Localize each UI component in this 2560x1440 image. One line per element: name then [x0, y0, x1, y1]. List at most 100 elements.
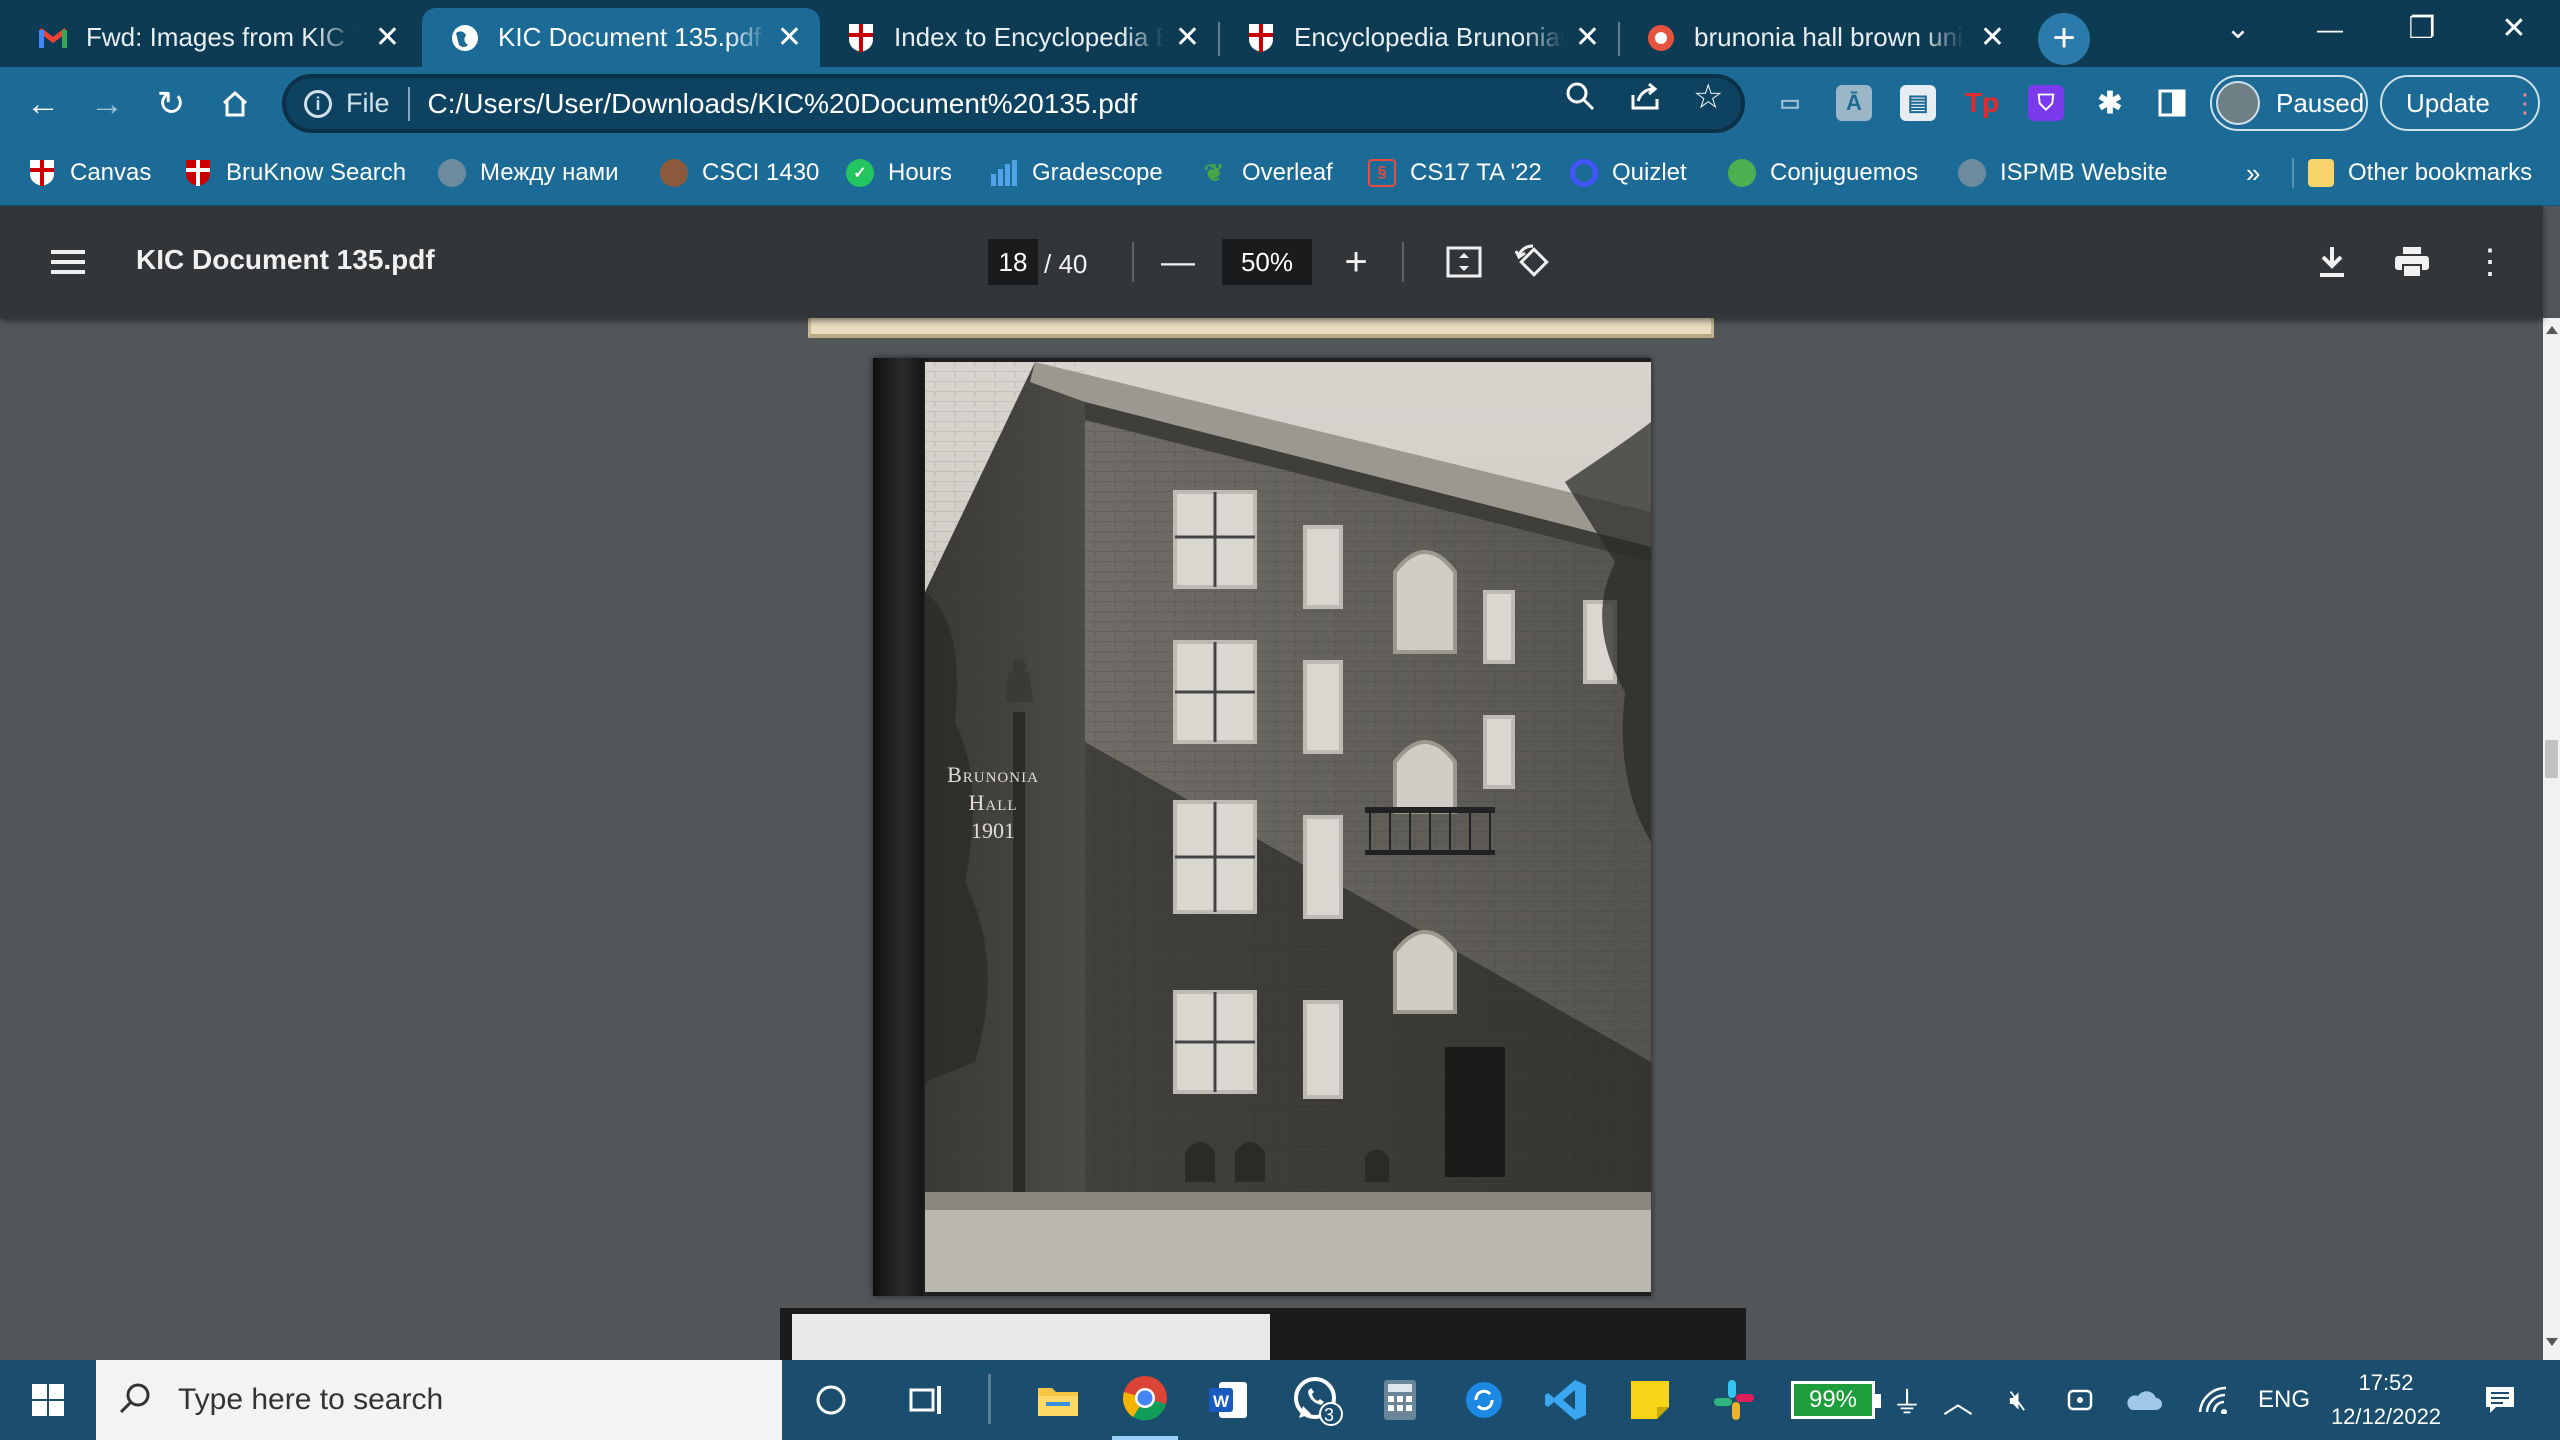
scroll-down-arrow[interactable] [2546, 1338, 2558, 1346]
tab-kic-document[interactable]: KIC Document 135.pdf ✕ [422, 8, 820, 67]
page-total: / 40 [1044, 249, 1088, 279]
back-icon[interactable]: ← [20, 81, 66, 127]
more-options-icon[interactable]: ⋮ [2464, 236, 2516, 288]
zoom-out-icon[interactable]: — [1152, 236, 1204, 288]
update-button[interactable]: Update ⋮ [2380, 75, 2540, 131]
tab-search-icon[interactable]: ⌄ [2198, 0, 2278, 60]
task-view-icon[interactable] [900, 1360, 954, 1440]
zoom-in-icon[interactable]: + [1330, 236, 1382, 288]
show-hidden-icons[interactable]: ︿ [1938, 1360, 1978, 1440]
bookmark-canvas[interactable]: Canvas [28, 154, 151, 192]
bookmark-overleaf[interactable]: ❦ Overleaf [1200, 154, 1333, 192]
more-icon[interactable]: ⋮ [2512, 88, 2538, 119]
gmail-icon [38, 23, 68, 53]
bookmark-csci-1430[interactable]: CSCI 1430 [660, 154, 819, 192]
bookmark-quizlet[interactable]: Quizlet [1570, 154, 1687, 192]
close-tab-icon[interactable]: ✕ [1980, 20, 2005, 55]
file-explorer-icon[interactable] [1030, 1360, 1086, 1440]
ad-extension-icon[interactable]: Ā [1836, 85, 1872, 121]
reload-icon[interactable]: ↻ [148, 81, 194, 127]
divider [988, 1374, 991, 1424]
fit-to-page-icon[interactable] [1438, 236, 1490, 288]
rotate-icon[interactable] [1508, 236, 1560, 288]
close-tab-icon[interactable]: ✕ [1175, 20, 1200, 55]
page-number-input[interactable]: 18 [988, 239, 1038, 285]
close-tab-icon[interactable]: ✕ [1575, 20, 1600, 55]
bookmark-star-icon[interactable]: ☆ [1693, 77, 1723, 117]
battery-indicator[interactable]: 99% [1786, 1360, 1881, 1440]
tab-index-encyclopedia[interactable]: Index to Encyclopedia Bru ✕ [818, 8, 1218, 67]
bookmarks-overflow-button[interactable]: » [2246, 154, 2260, 192]
share-icon[interactable] [1630, 81, 1662, 119]
other-bookmarks-folder[interactable]: Other bookmarks [2308, 154, 2532, 192]
restore-icon[interactable]: ❐ [2382, 0, 2462, 60]
download-icon[interactable] [2306, 236, 2358, 288]
new-tab-button[interactable]: + [2038, 13, 2090, 65]
calculator-icon[interactable] [1372, 1360, 1428, 1440]
url-text[interactable]: C:/Users/User/Downloads/KIC%20Document%2… [428, 88, 1138, 120]
menu-icon[interactable] [42, 236, 94, 288]
bookmark-label: CS17 TA '22 [1410, 159, 1542, 186]
forward-icon[interactable]: → [84, 81, 130, 127]
print-icon[interactable] [2386, 236, 2438, 288]
slack-icon[interactable] [1706, 1360, 1762, 1440]
address-bar[interactable]: i File C:/Users/User/Downloads/KIC%20Doc… [282, 74, 1745, 133]
bookmark-ispmb-website[interactable]: ISPMB Website [1958, 154, 2168, 192]
side-panel-icon[interactable] [2154, 85, 2190, 121]
tab-google-search[interactable]: brunonia hall brown unive ✕ [1618, 8, 2023, 67]
bookmark-gradescope[interactable]: Gradescope [990, 154, 1163, 192]
system-clock[interactable]: 17:52 12/12/2022 [2316, 1360, 2456, 1440]
globe-icon [1958, 159, 1986, 187]
minimize-icon[interactable]: — [2290, 0, 2370, 60]
taskbar-search-box[interactable]: Type here to search [96, 1360, 782, 1440]
tab-separator [1218, 22, 1220, 56]
wifi-icon[interactable] [2190, 1360, 2238, 1440]
meet-now-icon[interactable] [2056, 1360, 2104, 1440]
notifications-icon[interactable] [2470, 1360, 2530, 1440]
scroll-up-arrow[interactable] [2546, 326, 2558, 334]
sync-app-icon[interactable] [1456, 1360, 1512, 1440]
profile-button[interactable]: Paused [2210, 75, 2368, 131]
bookmark-mezhdu-nami[interactable]: Между нами [438, 154, 619, 192]
cart-extension-icon[interactable]: ⛉ [2028, 85, 2064, 121]
cortana-icon[interactable] [806, 1360, 856, 1440]
bookmark-conjuguemos[interactable]: Conjuguemos [1728, 154, 1918, 192]
cast-extension-icon[interactable]: ▭ [1772, 85, 1808, 121]
bookmark-bruknow-search[interactable]: BruKnow Search [184, 154, 406, 192]
scrollbar[interactable] [2543, 318, 2560, 1360]
divider [1132, 242, 1134, 282]
close-window-icon[interactable]: ✕ [2474, 0, 2554, 60]
windows-start-icon[interactable] [20, 1360, 76, 1440]
chrome-taskbar-icon[interactable] [1112, 1360, 1178, 1440]
tp-extension-icon[interactable]: Tp [1964, 85, 2000, 121]
puzzle-icon[interactable]: ✱ [2092, 85, 2128, 121]
bookmark-hours[interactable]: ✓ Hours [846, 154, 952, 192]
sticky-notes-icon[interactable] [1622, 1360, 1678, 1440]
close-tab-icon[interactable]: ✕ [777, 20, 802, 55]
pdf-viewer[interactable]: Brunonia Hall 1901 [0, 318, 2543, 1360]
tab-title: Encyclopedia Brunoniana [1294, 22, 1564, 52]
tab-title: KIC Document 135.pdf [498, 22, 762, 52]
pdf-title: KIC Document 135.pdf [136, 244, 435, 275]
document-extension-icon[interactable]: ▤ [1900, 85, 1936, 121]
close-tab-icon[interactable]: ✕ [375, 20, 400, 55]
avatar [2216, 81, 2260, 125]
scroll-thumb[interactable] [2545, 740, 2558, 778]
site-info-icon[interactable]: i [304, 89, 332, 118]
whatsapp-badge: 3 [1324, 1405, 1335, 1425]
zoom-search-icon[interactable] [1565, 81, 1595, 119]
whatsapp-icon[interactable]: 3 [1284, 1360, 1350, 1440]
zoom-input[interactable]: 50% [1222, 239, 1312, 285]
tab-gmail[interactable]: Fwd: Images from KIC Stat ✕ [10, 8, 418, 67]
word-icon[interactable]: W [1200, 1360, 1256, 1440]
brown-shield-icon [1246, 23, 1276, 53]
input-language[interactable]: ENG [2250, 1360, 2318, 1440]
bookmark-cs17-ta[interactable]: § CS17 TA '22 [1368, 154, 1542, 192]
vscode-icon[interactable] [1538, 1360, 1594, 1440]
tab-strip: Fwd: Images from KIC Stat ✕ KIC Document… [0, 0, 2560, 67]
onedrive-icon[interactable] [2120, 1360, 2168, 1440]
tab-encyclopedia-brunoniana[interactable]: Encyclopedia Brunoniana ✕ [1218, 8, 1618, 67]
globe-icon [450, 23, 480, 53]
home-icon[interactable] [212, 81, 258, 127]
volume-muted-icon[interactable]: 🔇︎ [1994, 1360, 2042, 1440]
